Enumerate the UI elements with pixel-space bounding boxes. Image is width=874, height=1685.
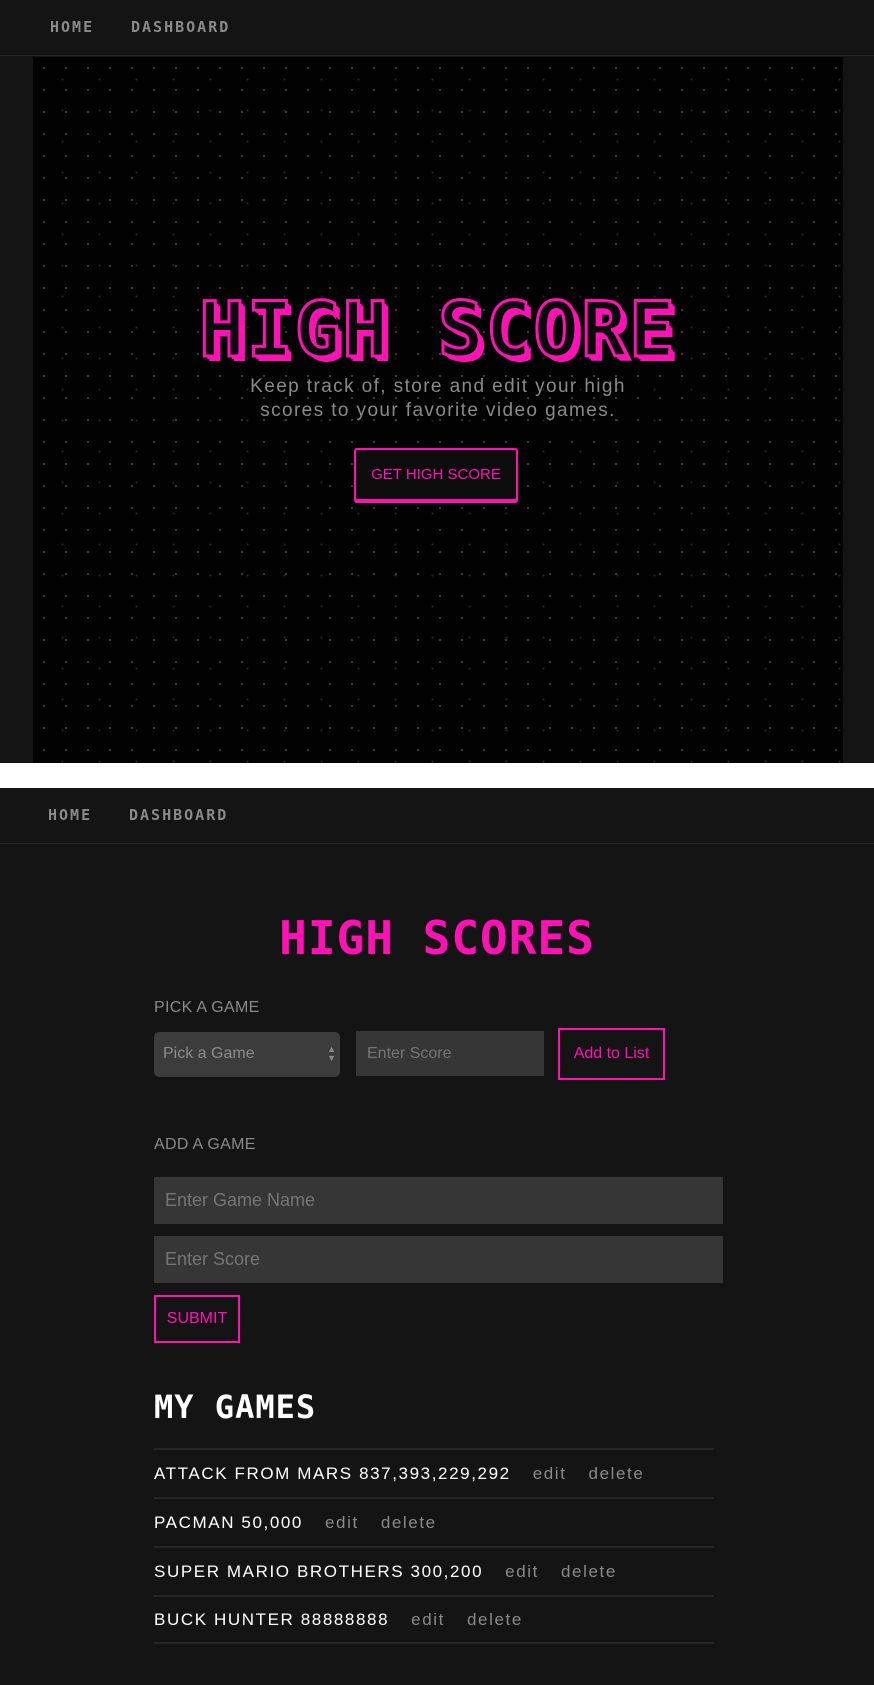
add-game-label: ADD A GAME [154, 1136, 256, 1153]
top-nav: HOME DASHBOARD [0, 0, 874, 56]
nav-dashboard-link[interactable]: DASHBOARD [129, 806, 228, 824]
page-title: HIGH SCORES [279, 911, 595, 965]
edit-link[interactable]: edit [325, 1513, 359, 1533]
games-list: ATTACK FROM MARS 837,393,229,292 edit de… [154, 1448, 714, 1644]
my-games-title: MY GAMES [154, 1388, 317, 1426]
game-entry: BUCK HUNTER 88888888 [154, 1609, 390, 1629]
pick-score-input[interactable] [356, 1031, 544, 1076]
hero-title: HIGH SCORE [198, 284, 677, 376]
game-entry: ATTACK FROM MARS 837,393,229,292 [154, 1463, 511, 1483]
edit-link[interactable]: edit [533, 1464, 567, 1484]
list-item: PACMAN 50,000 edit delete [154, 1497, 714, 1546]
edit-link[interactable]: edit [411, 1610, 445, 1630]
landing-screen: HOME DASHBOARD HIGH SCORE Keep track of,… [0, 0, 874, 763]
game-score-input[interactable] [154, 1236, 723, 1283]
delete-link[interactable]: delete [467, 1610, 523, 1630]
game-entry: PACMAN 50,000 [154, 1512, 303, 1532]
nav-dashboard-link[interactable]: DASHBOARD [131, 18, 230, 36]
top-nav: HOME DASHBOARD [0, 788, 874, 844]
dashboard-screen: HOME DASHBOARD HIGH SCORES PICK A GAME P… [0, 788, 874, 1685]
nav-home-link[interactable]: HOME [48, 806, 92, 824]
delete-link[interactable]: delete [381, 1513, 437, 1533]
list-item: SUPER MARIO BROTHERS 300,200 edit delete [154, 1546, 714, 1595]
hero-section: HIGH SCORE Keep track of, store and edit… [33, 57, 843, 763]
game-select[interactable]: Pick a Game ▲ ▼ [154, 1032, 340, 1077]
edit-link[interactable]: edit [505, 1562, 539, 1582]
add-to-list-button[interactable]: Add to List [558, 1028, 665, 1080]
list-item: ATTACK FROM MARS 837,393,229,292 edit de… [154, 1448, 714, 1497]
delete-link[interactable]: delete [561, 1562, 617, 1582]
game-select-value: Pick a Game [163, 1045, 255, 1062]
get-high-score-button[interactable]: GET HIGH SCORE [354, 448, 518, 501]
hero-subtitle: Keep track of, store and edit your high … [250, 376, 626, 421]
game-name-input[interactable] [154, 1177, 723, 1224]
submit-button[interactable]: SUBMIT [154, 1295, 240, 1343]
pick-game-label: PICK A GAME [154, 999, 260, 1016]
up-down-arrows-icon: ▲ ▼ [327, 1044, 336, 1063]
game-entry: SUPER MARIO BROTHERS 300,200 [154, 1561, 484, 1581]
nav-home-link[interactable]: HOME [50, 18, 94, 36]
list-item: BUCK HUNTER 88888888 edit delete [154, 1595, 714, 1644]
delete-link[interactable]: delete [589, 1464, 645, 1484]
